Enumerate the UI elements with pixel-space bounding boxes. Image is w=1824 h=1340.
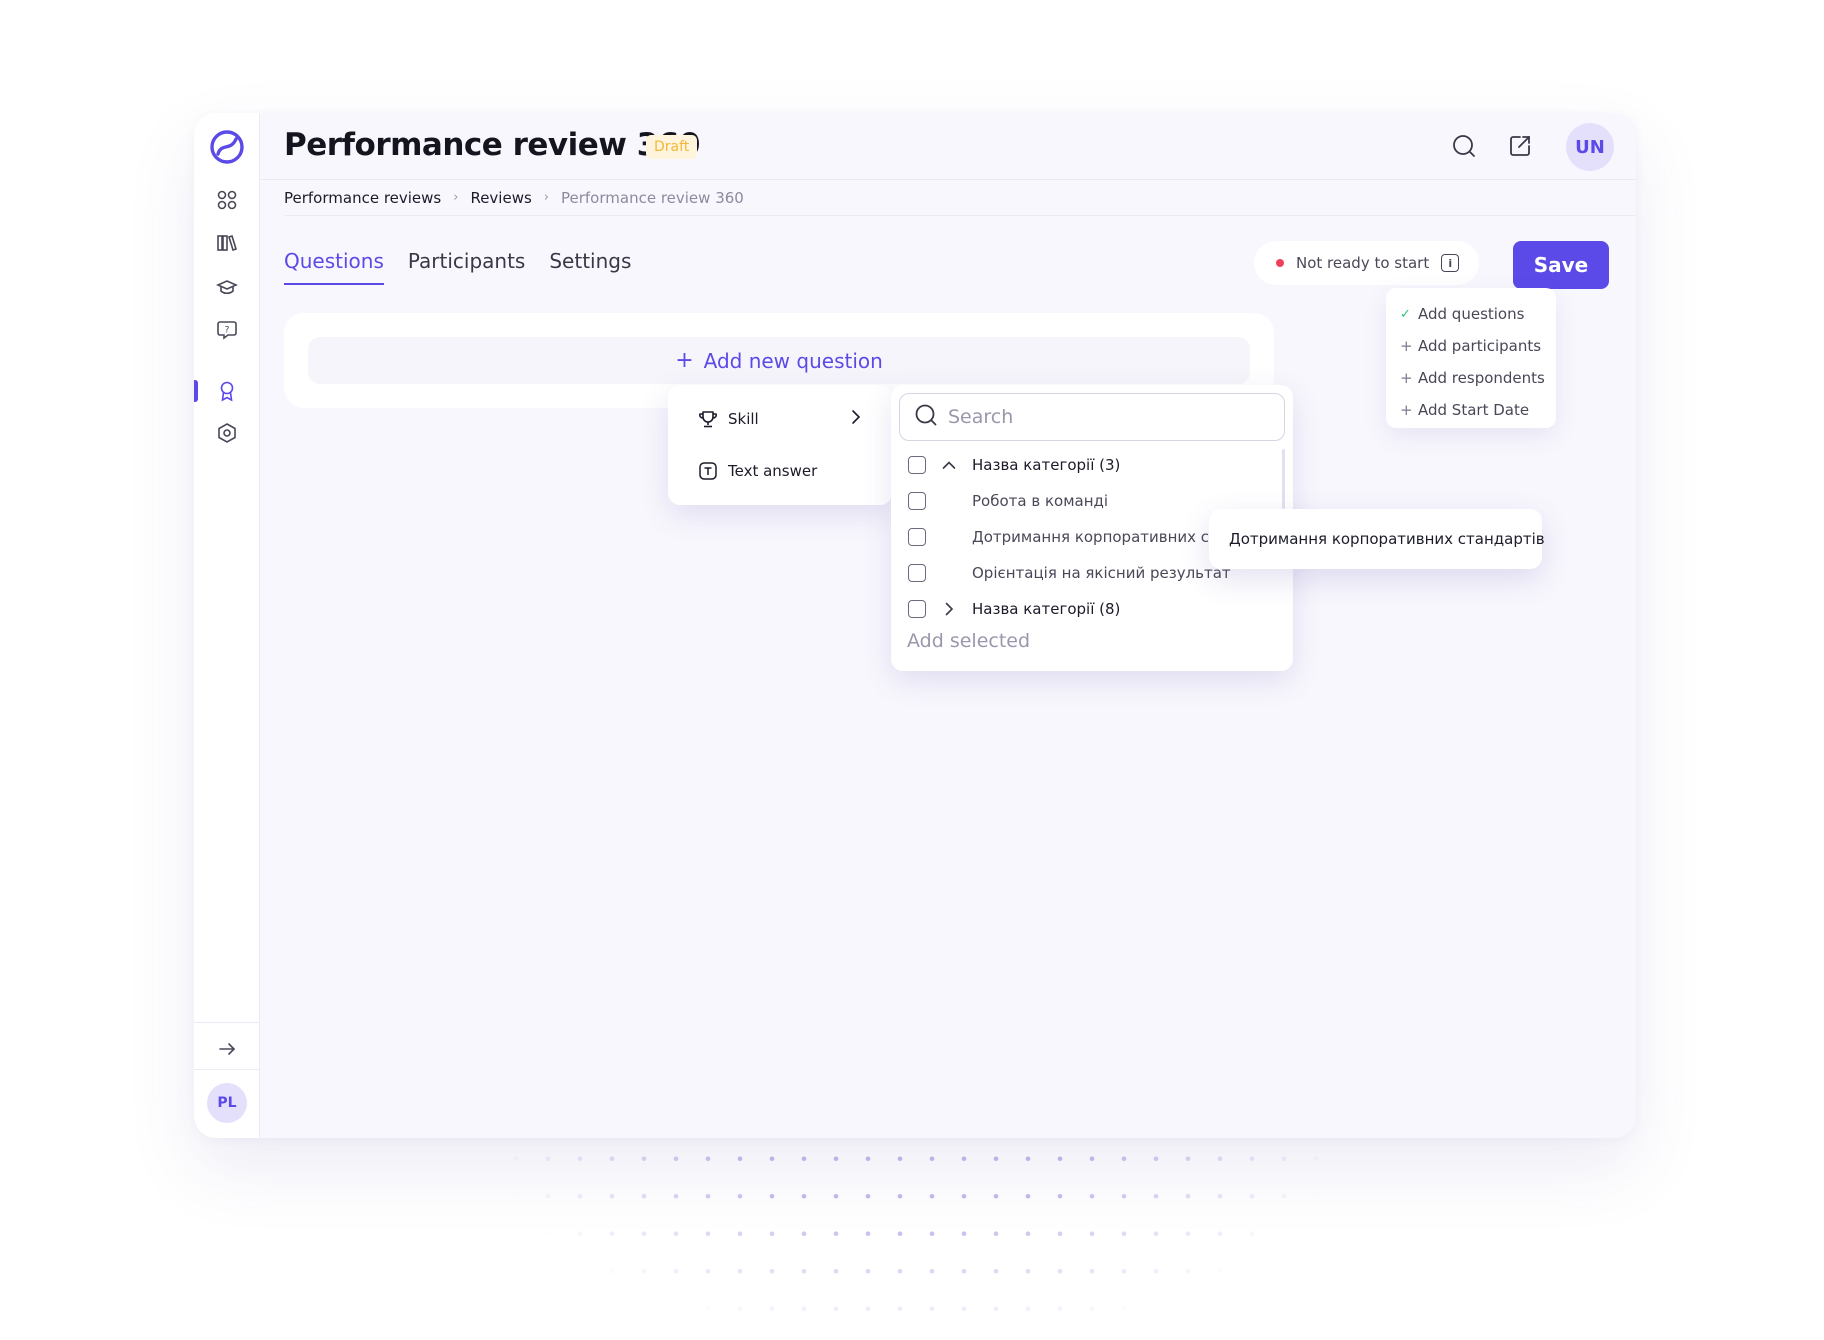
add-new-question-button[interactable]: + Add new question — [308, 337, 1250, 384]
menu-item-label: Skill — [728, 410, 759, 428]
readiness-label: Not ready to start — [1296, 254, 1430, 272]
menu-item-label: Text answer — [728, 462, 818, 480]
list-item[interactable]: Назва категорії (3) — [891, 447, 1286, 483]
skill-label: Орієнтація на якісний результат — [972, 564, 1231, 582]
header: Performance review 360 Draft UN — [260, 113, 1636, 180]
search-field[interactable] — [899, 393, 1285, 441]
chevron-right-icon[interactable] — [940, 602, 958, 616]
menu-item-text-answer[interactable]: Text answer — [668, 445, 892, 497]
checkbox[interactable] — [908, 600, 926, 618]
plus-icon: + — [1400, 369, 1413, 387]
help-chat-icon[interactable]: ? — [214, 317, 240, 343]
checklist-label: Add questions — [1418, 305, 1525, 323]
checklist-label: Add respondents — [1418, 369, 1545, 387]
tooltip: Дотримання корпоративних стандартів — [1209, 509, 1545, 569]
plus-icon: + — [675, 348, 694, 373]
checkbox[interactable] — [908, 492, 926, 510]
readiness-status[interactable]: Not ready to start i — [1254, 241, 1479, 285]
checklist-item: ✓ Add questions — [1400, 298, 1556, 330]
checklist-item[interactable]: + Add Start Date — [1400, 394, 1556, 426]
checklist-label: Add participants — [1418, 337, 1542, 355]
scrollbar[interactable] — [1282, 449, 1285, 509]
svg-text:?: ? — [225, 326, 230, 336]
checkbox[interactable] — [908, 528, 926, 546]
chevron-up-icon[interactable] — [940, 460, 958, 470]
stage: ? PL Performance review 360 Draft UN Per… — [0, 0, 1824, 1340]
sidebar-divider — [194, 1022, 260, 1023]
award-icon[interactable] — [214, 378, 240, 404]
info-icon[interactable]: i — [1441, 254, 1460, 272]
plus-icon: + — [1400, 337, 1413, 355]
skill-label: Робота в команді — [972, 492, 1109, 510]
question-type-menu: Skill Text answer — [668, 385, 892, 505]
search-icon[interactable] — [1449, 131, 1479, 161]
graduation-cap-icon[interactable] — [214, 274, 240, 300]
user-avatar[interactable]: UN — [1566, 123, 1614, 171]
breadcrumb-item[interactable]: Performance reviews — [284, 189, 441, 207]
tab-questions[interactable]: Questions — [284, 249, 384, 285]
checkbox[interactable] — [908, 456, 926, 474]
category-label: Назва категорії (8) — [972, 600, 1121, 618]
status-badge: Draft — [646, 135, 698, 159]
text-box-icon — [698, 461, 720, 481]
check-icon: ✓ — [1400, 306, 1411, 322]
dot-pattern-decoration — [500, 1140, 1330, 1340]
logo-icon[interactable] — [209, 129, 245, 165]
breadcrumb-item[interactable]: Reviews — [470, 189, 531, 207]
breadcrumb: Performance reviews › Reviews › Performa… — [284, 180, 1636, 216]
arrow-right-icon[interactable] — [214, 1036, 240, 1062]
checklist-label: Add Start Date — [1418, 401, 1530, 419]
checkbox[interactable] — [908, 564, 926, 582]
sidebar-avatar[interactable]: PL — [207, 1083, 247, 1123]
external-link-icon[interactable] — [1505, 131, 1535, 161]
library-icon[interactable] — [214, 230, 240, 256]
search-icon — [914, 403, 938, 431]
settings-hex-icon[interactable] — [214, 420, 240, 446]
trophy-icon — [698, 409, 720, 429]
chevron-right-icon — [850, 409, 862, 429]
menu-item-skill[interactable]: Skill — [668, 393, 892, 445]
add-selected-button[interactable]: Add selected — [907, 630, 1030, 652]
list-item[interactable]: Назва категорії (8) — [891, 591, 1286, 627]
checklist-item[interactable]: + Add participants — [1400, 330, 1556, 362]
sidebar: ? PL — [194, 113, 260, 1138]
chevron-right-icon: › — [543, 190, 549, 205]
plus-icon: + — [1400, 401, 1413, 419]
readiness-checklist: ✓ Add questions + Add participants + Add… — [1386, 288, 1556, 428]
chevron-right-icon: › — [453, 190, 459, 205]
page-title: Performance review 360 — [284, 127, 700, 163]
app-window: ? PL Performance review 360 Draft UN Per… — [194, 113, 1636, 1138]
checklist-item[interactable]: + Add respondents — [1400, 362, 1556, 394]
category-label: Назва категорії (3) — [972, 456, 1121, 474]
tab-settings[interactable]: Settings — [549, 249, 631, 285]
add-question-label: Add new question — [703, 348, 883, 373]
breadcrumb-current: Performance review 360 — [561, 188, 744, 207]
tab-bar: Questions Participants Settings — [284, 249, 631, 285]
sidebar-divider — [194, 1069, 260, 1070]
tab-participants[interactable]: Participants — [408, 249, 525, 285]
save-button[interactable]: Save — [1513, 241, 1609, 289]
sidebar-active-indicator — [194, 380, 198, 402]
search-input[interactable] — [948, 406, 1268, 428]
status-dot — [1276, 259, 1284, 267]
apps-grid-icon[interactable] — [214, 187, 240, 213]
